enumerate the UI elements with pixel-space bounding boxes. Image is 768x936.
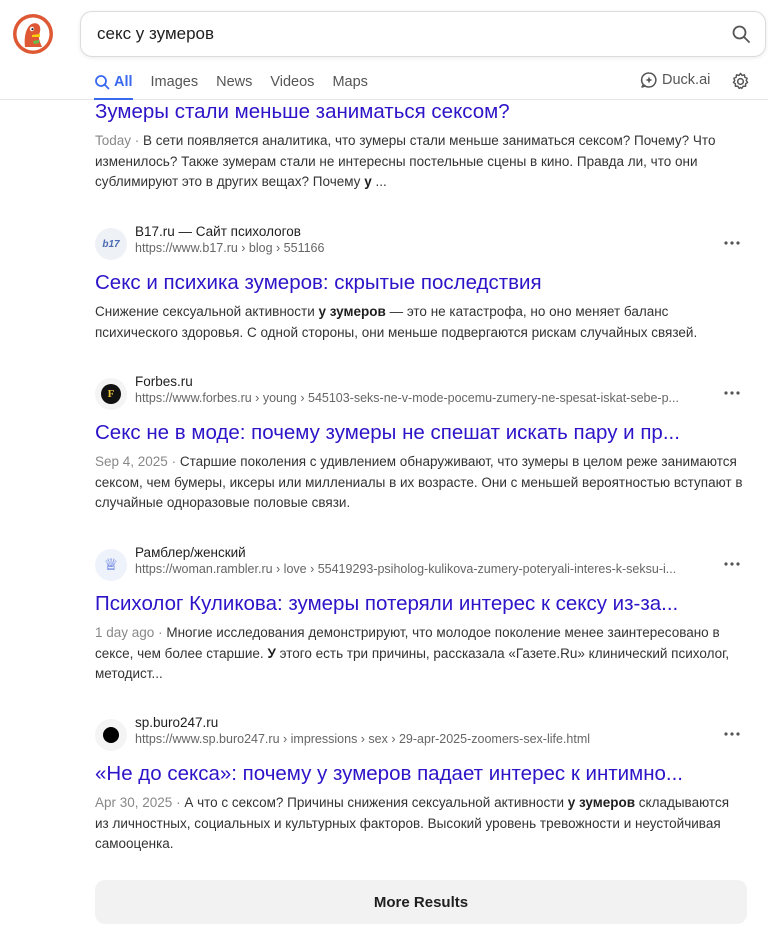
b17-favicon-icon: b17 [95, 228, 127, 260]
tab-videos[interactable]: Videos [270, 70, 314, 94]
duckduckgo-logo-icon[interactable] [12, 13, 54, 55]
search-input[interactable] [97, 12, 697, 56]
site-url[interactable]: https://www.b17.ru › blog › 551166 [135, 241, 723, 255]
result-title-link[interactable]: Зумеры стали меньше заниматься сексом? [95, 99, 745, 125]
result-snippet: Снижение сексуальной активности у зумеро… [95, 302, 745, 343]
rambler-favicon-icon: ♕ [95, 549, 127, 581]
tab-label: Videos [270, 74, 315, 90]
tab-images[interactable]: Images [151, 70, 199, 94]
forbes-favicon-icon: F [95, 378, 127, 410]
chat-bubble-icon [640, 72, 657, 88]
tab-maps[interactable]: Maps [332, 70, 367, 94]
result-item: ♕ Рамблер/женский https://woman.rambler.… [95, 545, 750, 685]
site-name: sp.buro247.ru [135, 715, 219, 730]
site-url[interactable]: https://woman.rambler.ru › love › 554192… [135, 562, 723, 576]
tab-news[interactable]: News [216, 70, 252, 94]
site-url[interactable]: https://www.forbes.ru › young › 545103-s… [135, 391, 723, 405]
tab-all[interactable]: All [94, 70, 133, 100]
search-icon[interactable] [731, 24, 751, 44]
more-results-button[interactable]: More Results [95, 880, 747, 924]
tab-label: News [216, 74, 253, 90]
result-site-row[interactable]: ♕ Рамблер/женский https://woman.rambler.… [95, 545, 750, 581]
more-options-icon[interactable] [721, 386, 743, 400]
site-name: Рамблер/женский [135, 545, 246, 560]
more-options-icon[interactable] [721, 557, 743, 571]
header: All Images News Videos Maps Duck.ai [0, 0, 768, 100]
result-snippet: Sep 4, 2025 · Старшие поколения с удивле… [95, 452, 745, 514]
result-snippet: 1 day ago · Многие исследования демонстр… [95, 623, 745, 685]
snippet-text: Старшие поколения с удивлением обнаружив… [95, 454, 743, 510]
duckai-link[interactable]: Duck.ai [640, 71, 710, 89]
result-date: Sep 4, 2025 [95, 454, 168, 469]
result-title-link[interactable]: Секс не в моде: почему зумеры не спешат … [95, 420, 745, 446]
result-site-row[interactable]: F Forbes.ru https://www.forbes.ru › youn… [95, 374, 750, 410]
result-title-link[interactable]: «Не до секса»: почему у зумеров падает и… [95, 761, 745, 787]
result-site-row[interactable]: b17 B17.ru — Сайт психологов https://www… [95, 224, 750, 260]
snippet-highlight: У [267, 645, 276, 661]
tab-label: Maps [332, 74, 368, 90]
date-separator: · [171, 454, 180, 469]
result-item: Зумеры стали меньше заниматься сексом? T… [95, 99, 750, 193]
site-name: B17.ru — Сайт психологов [135, 224, 301, 239]
result-title-link[interactable]: Психолог Куликова: зумеры потеряли интер… [95, 591, 745, 617]
snippet-text: Снижение сексуальной активности [95, 304, 315, 319]
tab-label: Images [150, 74, 199, 90]
result-snippet: Apr 30, 2025 · А что с сексом? Причины с… [95, 793, 745, 855]
more-options-icon[interactable] [721, 236, 743, 250]
result-item: b17 B17.ru — Сайт психологов https://www… [95, 224, 750, 343]
search-icon [95, 75, 110, 90]
snippet-highlight: у зумеров [318, 304, 386, 319]
snippet-text: ... [375, 174, 387, 189]
snippet-text: А что с сексом? Причины снижения сексуал… [184, 795, 564, 810]
result-date: Today [95, 133, 132, 148]
result-title-link[interactable]: Секс и психика зумеров: скрытые последст… [95, 270, 745, 296]
result-snippet: Today · В сети появляется аналитика, что… [95, 131, 745, 193]
result-item: F Forbes.ru https://www.forbes.ru › youn… [95, 374, 750, 514]
gear-icon[interactable] [731, 72, 750, 91]
duckai-label: Duck.ai [662, 72, 711, 88]
snippet-highlight: у зумеров [567, 795, 636, 810]
date-separator: · [134, 133, 144, 148]
site-url[interactable]: https://www.sp.buro247.ru › impressions … [135, 732, 723, 746]
more-options-icon[interactable] [721, 727, 743, 741]
site-name: Forbes.ru [135, 374, 193, 389]
buro247-favicon-icon [95, 719, 127, 751]
search-box [80, 11, 766, 57]
result-date: Apr 30, 2025 [95, 795, 173, 810]
search-tabs: All Images News Videos Maps [94, 70, 386, 100]
result-item: sp.buro247.ru https://www.sp.buro247.ru … [95, 715, 750, 855]
tab-label: All [114, 74, 133, 90]
result-date: 1 day ago [95, 625, 155, 640]
snippet-highlight: у [364, 174, 372, 189]
snippet-text: В сети появляется аналитика, что зумеры … [95, 133, 716, 189]
result-site-row[interactable]: sp.buro247.ru https://www.sp.buro247.ru … [95, 715, 750, 751]
